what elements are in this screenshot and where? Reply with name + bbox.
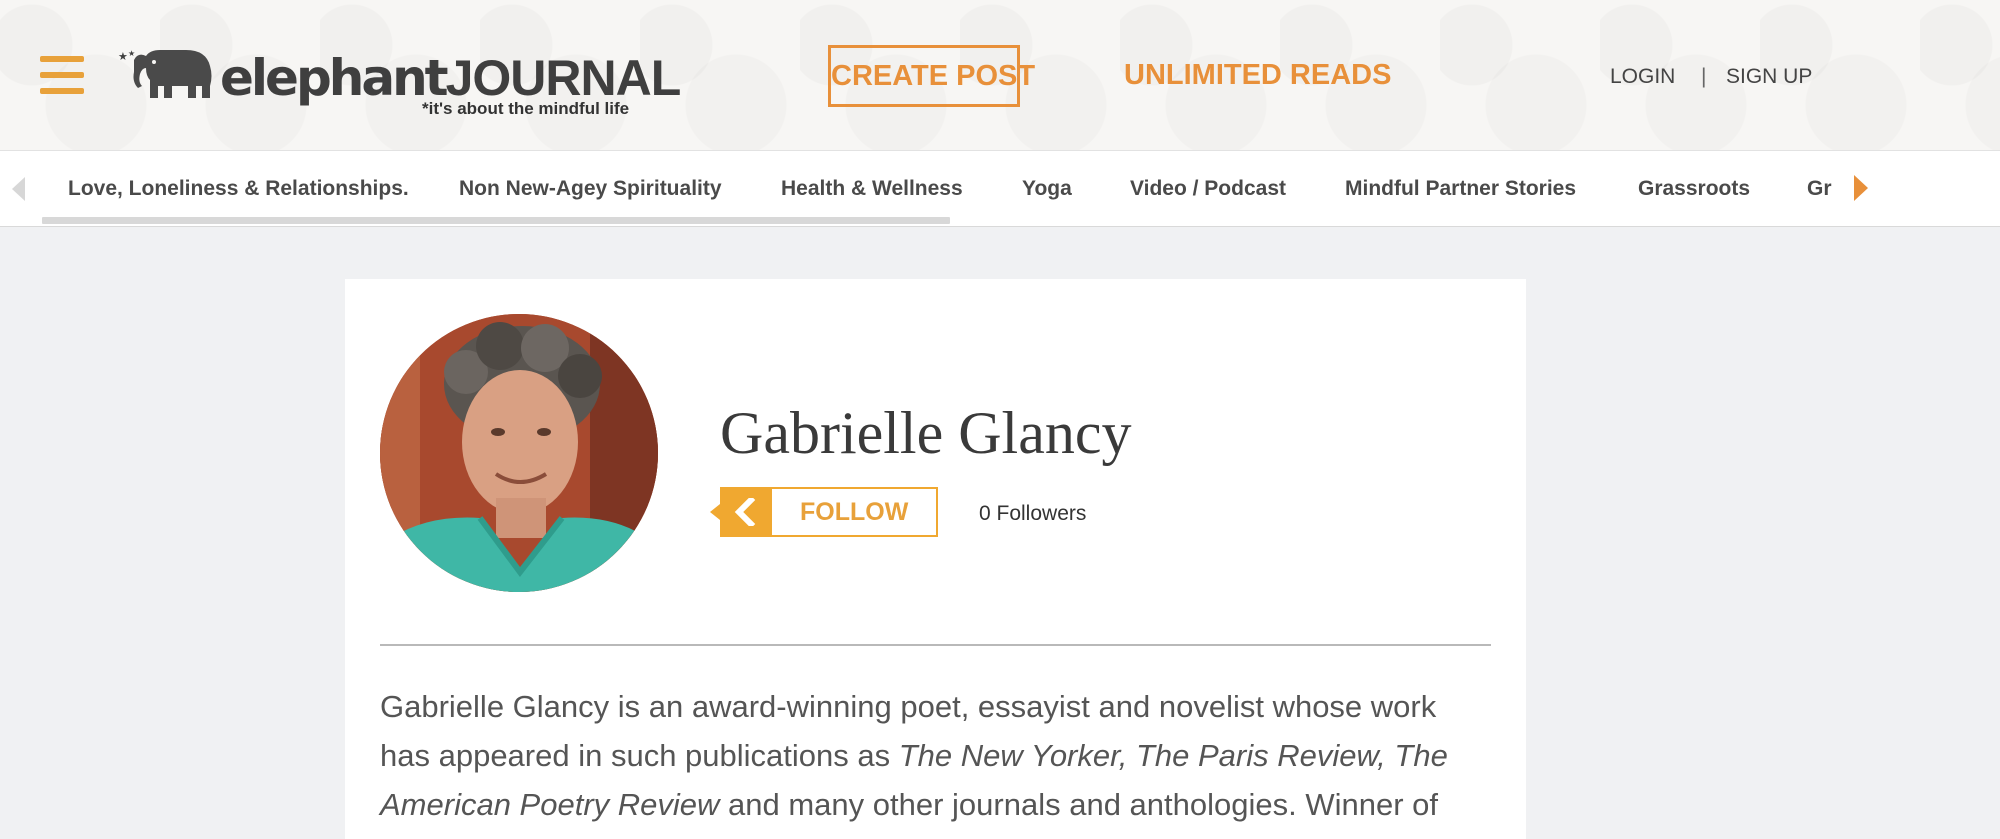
category-item-truncated[interactable]: Gr (1807, 175, 1832, 203)
section-divider (380, 644, 1491, 646)
menu-bar (40, 56, 84, 62)
profile-card: Gabrielle Glancy FOLLOW 0 Followers Gabr… (345, 279, 1526, 839)
svg-text:★: ★ (128, 49, 135, 58)
create-post-button[interactable]: CREATE POST (828, 45, 1035, 107)
category-item-yoga[interactable]: Yoga (1022, 175, 1072, 203)
follow-badge (710, 487, 772, 537)
author-bio: Gabrielle Glancy is an award-winning poe… (380, 682, 1491, 829)
follow-label: FOLLOW (800, 498, 909, 526)
unlimited-reads-link[interactable]: UNLIMITED READS (1124, 55, 1391, 95)
site-logo[interactable]: ★ ★ elephantJOURNAL *it's about the mind… (116, 46, 681, 122)
follow-button[interactable]: FOLLOW (710, 487, 938, 537)
logo-wordmark-light: elephant (220, 49, 449, 107)
auth-divider: | (1701, 65, 1707, 88)
signup-link[interactable]: SIGN UP (1726, 62, 1812, 92)
bio-text: and many other journals and anthologies.… (719, 787, 1439, 822)
category-item-love[interactable]: Love, Loneliness & Relationships. (68, 175, 409, 203)
chevron-left-icon[interactable] (12, 177, 25, 201)
category-item-health[interactable]: Health & Wellness (781, 175, 963, 203)
login-link[interactable]: LOGIN (1610, 62, 1675, 92)
followers-count: 0 Followers (979, 502, 1087, 525)
elephant-icon: ★ ★ (118, 49, 212, 98)
menu-bar (40, 88, 84, 94)
category-scrollbar[interactable] (42, 217, 950, 224)
site-header: ★ ★ elephantJOURNAL *it's about the mind… (0, 0, 2000, 151)
hamburger-menu-icon[interactable] (40, 56, 84, 94)
category-item-spirituality[interactable]: Non New-Agey Spirituality (459, 175, 722, 203)
avatar-portrait (380, 314, 658, 592)
svg-text:★: ★ (118, 50, 128, 63)
category-item-mindful[interactable]: Mindful Partner Stories (1345, 175, 1576, 203)
chevron-right-icon[interactable] (1854, 175, 1868, 201)
category-track: Love, Loneliness & Relationships. Non Ne… (42, 151, 1842, 226)
category-item-grassroots[interactable]: Grassroots (1638, 175, 1750, 203)
logo-wordmark-bold: JOURNAL (445, 50, 682, 106)
chevron-left-icon (734, 498, 756, 526)
category-item-video[interactable]: Video / Podcast (1130, 175, 1286, 203)
menu-bar (40, 72, 84, 78)
logo-tagline: *it's about the mindful life (422, 99, 630, 118)
author-avatar (380, 314, 658, 592)
author-name: Gabrielle Glancy (720, 400, 1132, 466)
category-nav: Love, Loneliness & Relationships. Non Ne… (0, 151, 2000, 227)
